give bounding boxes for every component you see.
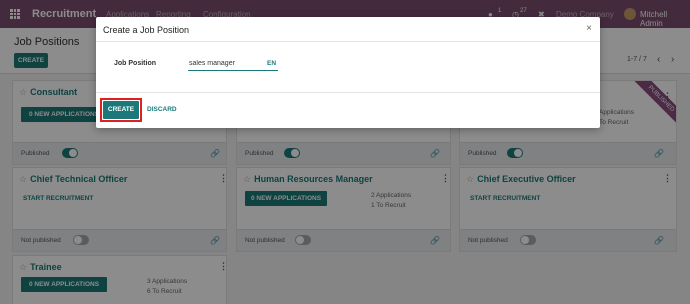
dialog-create-button[interactable]: CREATE: [103, 101, 139, 119]
job-position-label: Job Position: [114, 60, 156, 67]
create-job-position-dialog: Create a Job Position × Job Position EN …: [96, 17, 600, 128]
dialog-title: Create a Job Position: [103, 25, 190, 35]
job-position-input[interactable]: [188, 57, 278, 71]
language-button[interactable]: EN: [267, 60, 276, 67]
divider: [96, 41, 600, 42]
discard-button[interactable]: DISCARD: [147, 106, 177, 113]
close-icon[interactable]: ×: [586, 23, 592, 34]
divider: [96, 92, 600, 93]
